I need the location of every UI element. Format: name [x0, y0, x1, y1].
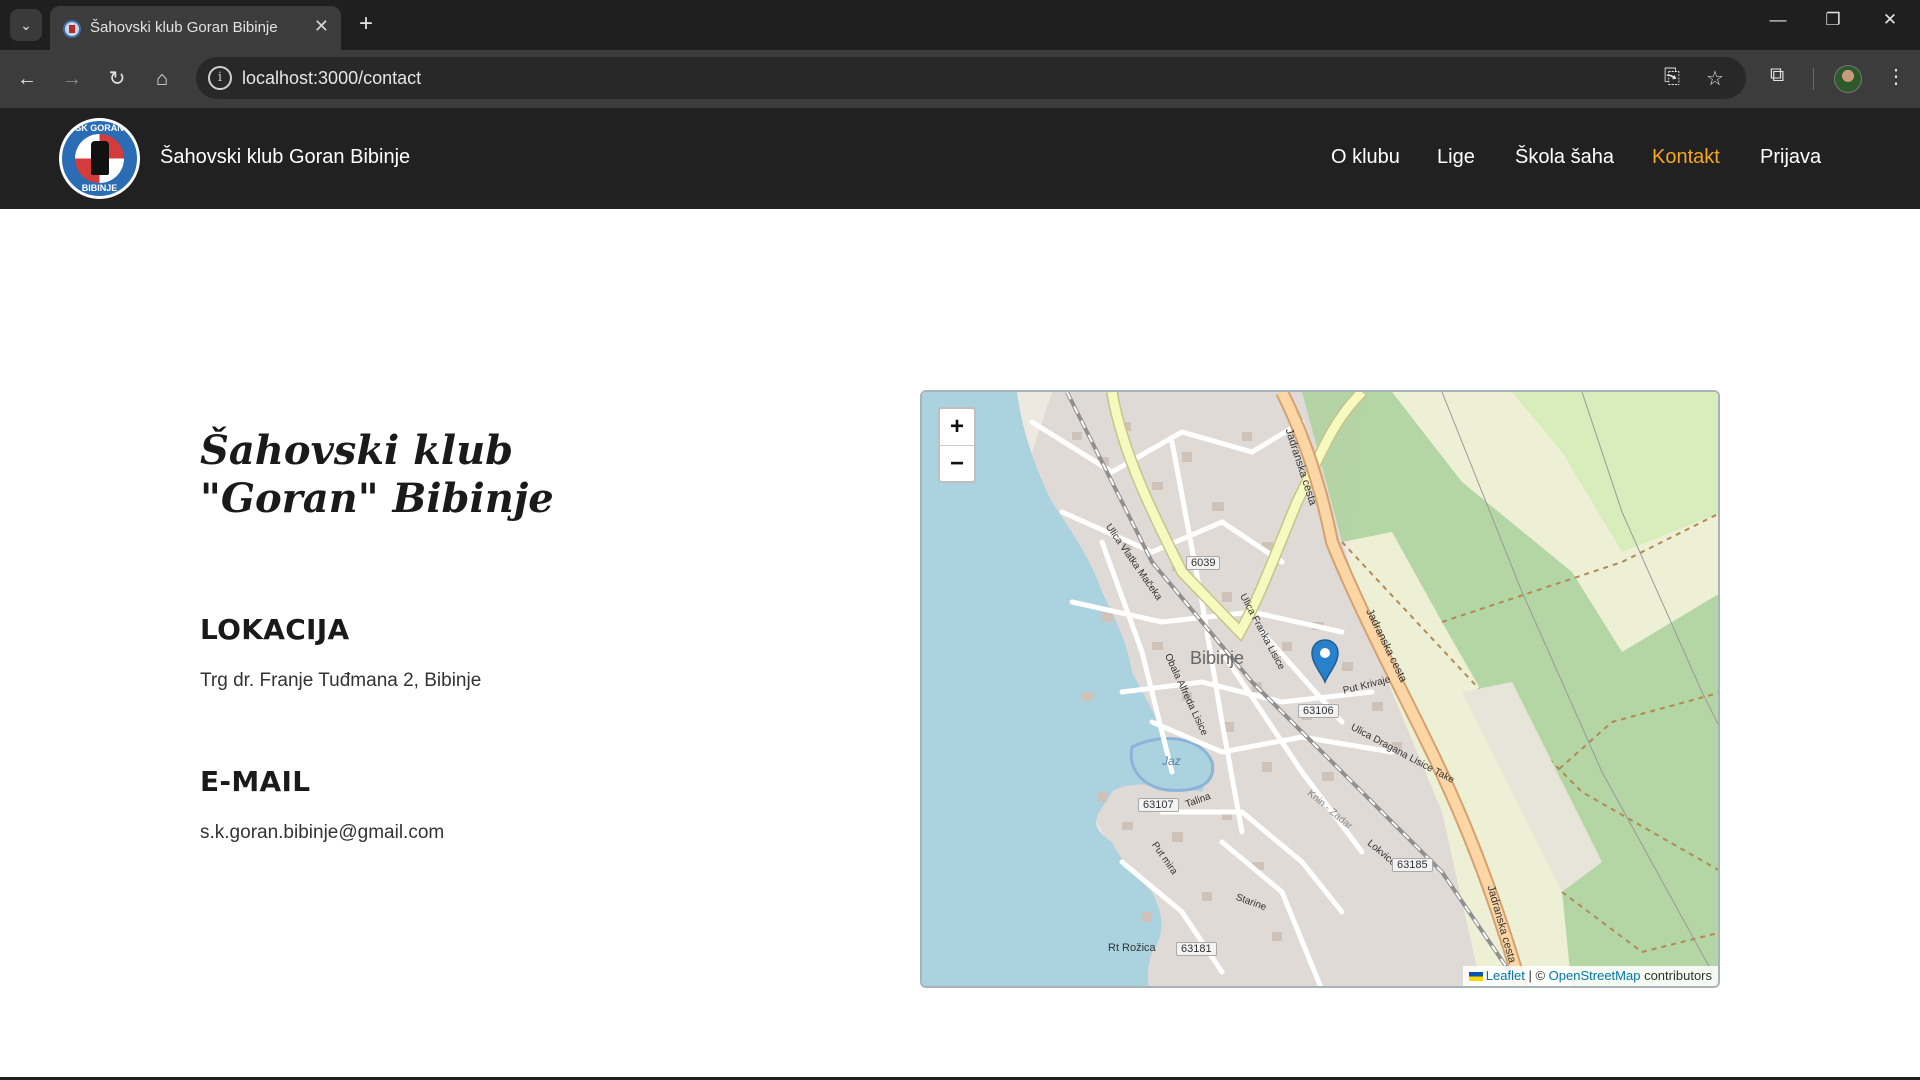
nav-o-klubu[interactable]: O klubu [1331, 146, 1400, 169]
route-shield-63185: 63185 [1392, 858, 1433, 872]
browser-tab[interactable]: Šahovski klub Goran Bibinje ✕ [50, 6, 341, 50]
favicon-icon [63, 20, 81, 38]
zoom-in-button[interactable]: + [940, 409, 974, 445]
route-shield-6039: 6039 [1186, 556, 1221, 570]
map-label-jaz: Jaz [1162, 754, 1181, 768]
restore-icon[interactable]: ❐ [1813, 10, 1853, 30]
forward-icon[interactable]: → [57, 64, 87, 94]
route-shield-63106: 63106 [1298, 704, 1339, 718]
minimize-icon[interactable]: — [1758, 10, 1798, 30]
new-tab-button[interactable]: + [352, 10, 380, 38]
bookmark-star-icon[interactable]: ☆ [1706, 66, 1724, 91]
tab-search-button[interactable]: ⌄ [10, 9, 42, 41]
attribution-suffix: contributors [1644, 968, 1712, 983]
profile-avatar[interactable] [1834, 65, 1862, 93]
back-icon[interactable]: ← [12, 64, 42, 94]
map-label-town: Bibinje [1190, 648, 1245, 668]
map-tiles[interactable] [922, 392, 1720, 988]
club-title: Šahovski klub "Goran" Bibinje [200, 427, 554, 522]
nav-lige[interactable]: Lige [1437, 146, 1475, 169]
map-attribution: Leaflet | © OpenStreetMap contributors [1462, 966, 1718, 986]
location-marker-icon[interactable] [1310, 638, 1340, 684]
logo-text-top: ŠK GORAN [75, 123, 124, 133]
email-address[interactable]: s.k.goran.bibinje@gmail.com [200, 822, 444, 844]
reload-icon[interactable]: ↻ [102, 64, 132, 94]
route-shield-63181: 63181 [1176, 942, 1217, 956]
close-window-icon[interactable]: ✕ [1870, 10, 1910, 30]
address-bar[interactable]: i localhost:3000/contact ⎘ ☆ [196, 57, 1746, 99]
site-info-icon[interactable]: i [208, 66, 232, 90]
chess-rook-icon [91, 141, 109, 175]
menu-kebab-icon[interactable]: ⋮ [1886, 64, 1906, 89]
zoom-control: + − [938, 407, 976, 483]
location-address: Trg dr. Franje Tuđmana 2, Bibinje [200, 670, 482, 691]
location-map[interactable]: Bibinje Jadranska cesta Jadranska cesta … [920, 390, 1720, 988]
url-text[interactable]: localhost:3000/contact [242, 68, 421, 89]
attribution-separator: | © [1528, 968, 1546, 983]
route-shield-63107: 63107 [1138, 798, 1179, 812]
extensions-icon[interactable]: ⧉ [1770, 64, 1784, 87]
home-icon[interactable]: ⌂ [147, 64, 177, 94]
toolbar-divider [1813, 68, 1814, 90]
browser-tab-bar: ⌄ Šahovski klub Goran Bibinje ✕ + — ❐ ✕ [0, 0, 1920, 50]
browser-toolbar: ← → ↻ ⌂ i localhost:3000/contact ⎘ ☆ ⧉ ⋮ [0, 50, 1920, 108]
map-label-rt: Rt Rožica [1108, 942, 1156, 954]
site-name[interactable]: Šahovski klub Goran Bibinje [160, 146, 410, 169]
club-logo[interactable]: ŠK GORAN BIBINJE [59, 118, 140, 199]
location-heading: LOKACIJA [200, 613, 350, 646]
zoom-out-button[interactable]: − [940, 445, 974, 481]
logo-text-bottom: BIBINJE [81, 183, 118, 193]
leaflet-link[interactable]: Leaflet [1486, 968, 1525, 983]
chevron-down-icon: ⌄ [20, 16, 32, 33]
nav-skola-saha[interactable]: Škola šaha [1515, 146, 1614, 169]
close-tab-icon[interactable]: ✕ [314, 16, 329, 37]
tab-title: Šahovski klub Goran Bibinje [90, 19, 278, 36]
install-app-icon[interactable]: ⎘ [1664, 66, 1680, 89]
ukraine-flag-icon [1468, 972, 1483, 982]
email-heading: E-MAIL [200, 765, 311, 798]
site-header: ŠK GORAN BIBINJE Šahovski klub Goran Bib… [0, 108, 1920, 209]
openstreetmap-link[interactable]: OpenStreetMap [1549, 968, 1641, 983]
nav-kontakt[interactable]: Kontakt [1652, 146, 1720, 169]
nav-prijava[interactable]: Prijava [1760, 146, 1821, 169]
